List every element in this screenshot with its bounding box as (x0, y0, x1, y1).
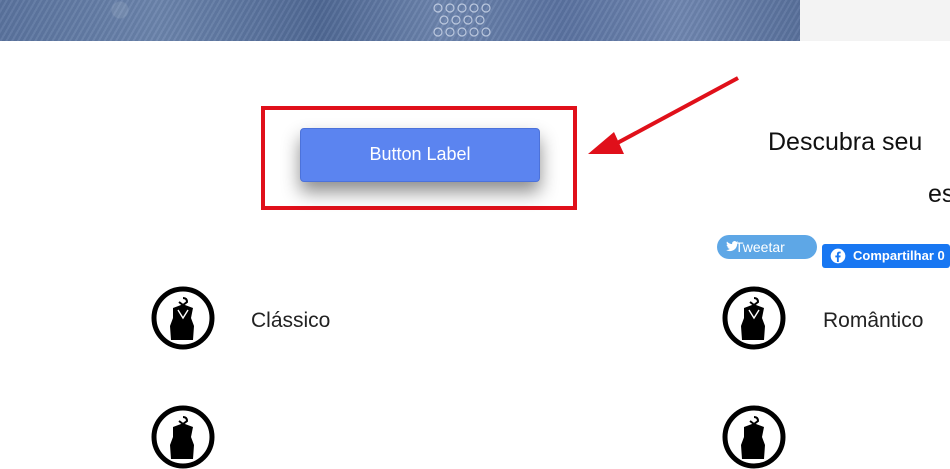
facebook-icon (830, 248, 846, 264)
style-label: Clássico (251, 309, 331, 332)
tweet-label: Tweetar (735, 239, 785, 255)
dress-hanger-icon (151, 286, 215, 350)
dress-hanger-icon (151, 405, 215, 469)
dress-hanger-icon (722, 286, 786, 350)
facebook-share-button[interactable]: Compartilhar 0 (822, 244, 950, 268)
tweet-button[interactable]: Tweetar (717, 235, 817, 259)
fabric-pattern (433, 3, 491, 37)
dress-hanger-icon (722, 405, 786, 469)
hero-image (0, 0, 800, 41)
hero-side-panel (800, 0, 950, 41)
annotation-arrow-icon (588, 76, 739, 154)
page-heading-line1: Descubra seu (768, 128, 923, 156)
twitter-bird-icon (726, 241, 739, 252)
facebook-share-label: Compartilhar 0 (853, 248, 945, 263)
primary-button[interactable]: Button Label (300, 128, 540, 182)
style-label: Romântico (823, 309, 924, 332)
page-heading-line2: es (928, 180, 950, 208)
